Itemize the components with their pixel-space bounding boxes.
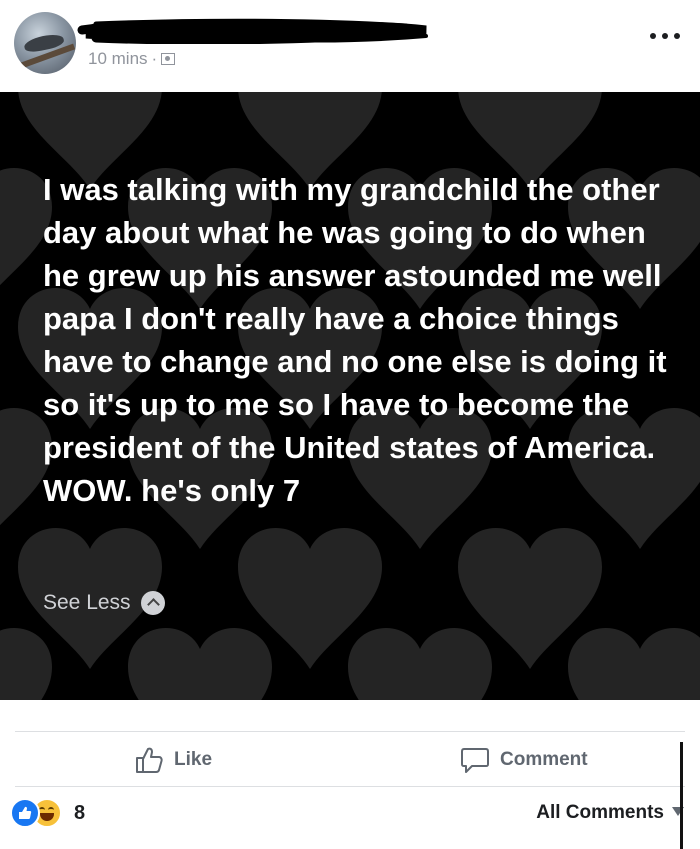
- post-meta: 10 mins ·: [88, 49, 176, 69]
- reaction-count[interactable]: 8: [74, 802, 85, 825]
- post-time[interactable]: 10 mins: [88, 49, 148, 68]
- comment-icon: [461, 748, 489, 773]
- all-comments-filter[interactable]: All Comments: [536, 802, 664, 824]
- post-text: I was talking with my grandchild the oth…: [43, 172, 667, 508]
- haha-eye: [48, 807, 54, 812]
- chevron-up-icon: [140, 591, 165, 615]
- thumbs-up-icon: [19, 806, 32, 819]
- like-label: Like: [174, 749, 213, 770]
- thumbs-up-icon: [136, 747, 163, 773]
- divider: [15, 731, 685, 732]
- more-dot-icon: [662, 33, 668, 39]
- post-header: Gary Aiken ▸ Ware helps Ware 10 mins ·: [0, 0, 700, 92]
- like-reaction-icon: [10, 798, 40, 828]
- redaction-scribble: [77, 18, 428, 44]
- more-options-button[interactable]: [650, 28, 680, 44]
- see-less-button[interactable]: See Less: [43, 591, 165, 615]
- comment-label: Comment: [500, 749, 588, 770]
- meta-separator: ·: [151, 49, 158, 68]
- scrollbar[interactable]: [680, 742, 683, 849]
- post-body-background: I was talking with my grandchild the oth…: [0, 92, 700, 700]
- more-dot-icon: [650, 33, 656, 39]
- more-dot-icon: [674, 33, 680, 39]
- see-less-label: See Less: [43, 591, 131, 614]
- comment-button[interactable]: Comment: [460, 742, 588, 778]
- like-button[interactable]: Like: [134, 742, 212, 778]
- divider: [15, 786, 685, 787]
- avatar[interactable]: [14, 12, 76, 74]
- audience-icon[interactable]: [161, 53, 176, 65]
- haha-mouth: [40, 813, 54, 821]
- reactions-summary[interactable]: 8: [10, 798, 85, 828]
